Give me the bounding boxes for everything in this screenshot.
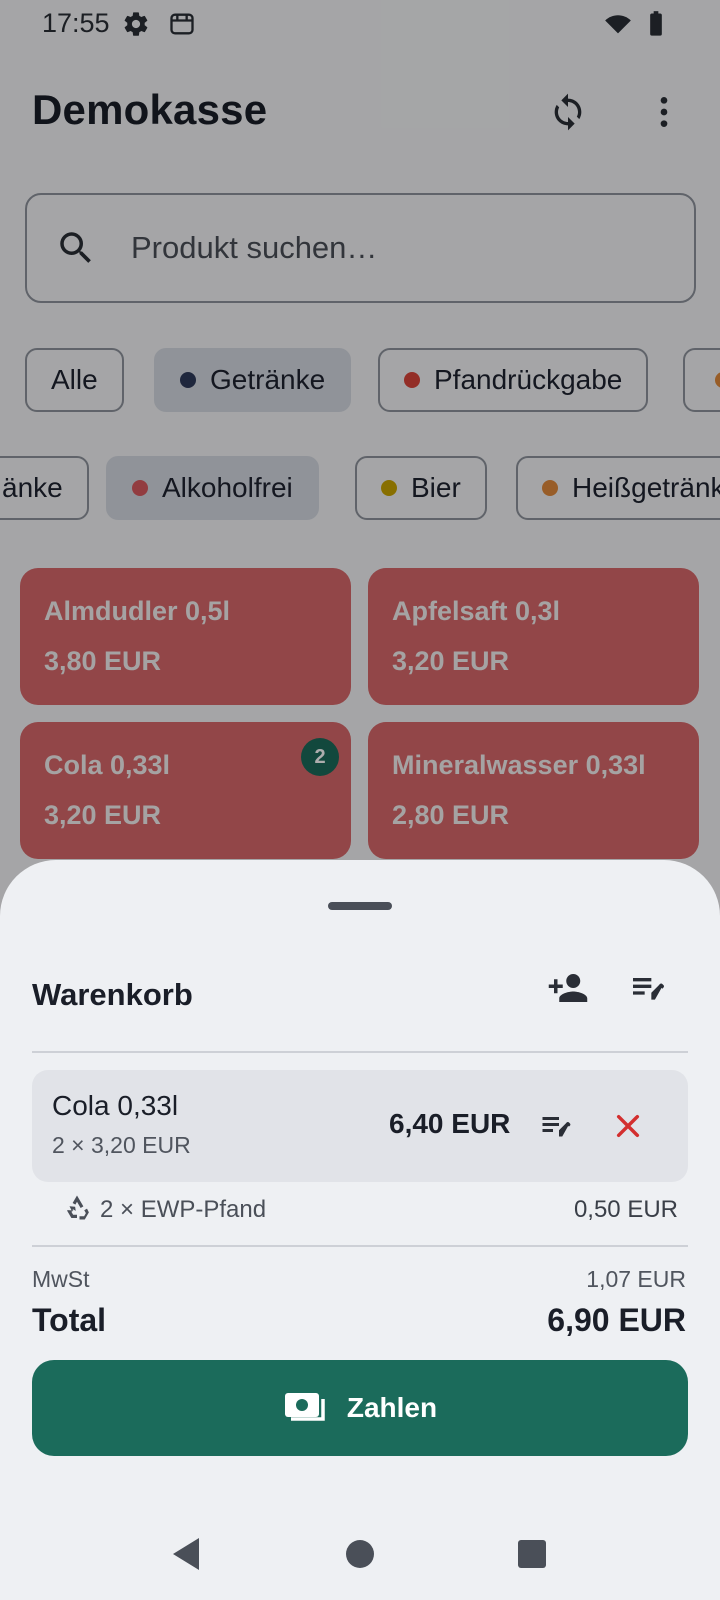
tax-label: MwSt (32, 1266, 90, 1292)
deposit-amount: 0,50 EUR (573, 1196, 678, 1223)
close-icon (616, 1114, 640, 1138)
drag-handle[interactable] (328, 902, 392, 910)
home-icon (346, 1540, 374, 1568)
divider (32, 1245, 688, 1247)
deposit-label: 2 × EWP-Pfand (100, 1196, 267, 1223)
cart-sheet: Warenkorb Cola 0,33l 2 × 3,20 EUR 6,40 E… (0, 860, 720, 1600)
edit-note-icon (542, 1117, 571, 1137)
divider (32, 1051, 688, 1053)
cart-item-quantity: 2 × 3,20 EUR (52, 1132, 191, 1158)
back-icon (173, 1538, 199, 1570)
add-customer-button[interactable] (536, 956, 600, 1020)
cart-note-button[interactable] (616, 956, 680, 1020)
pos-screen: 17:55 Demokasse Alle Getränke Pfandrückg… (0, 0, 720, 1600)
pay-button[interactable]: Zahlen (32, 1360, 688, 1456)
nav-home-button[interactable] (336, 1530, 384, 1578)
recents-icon (518, 1540, 546, 1568)
cart-title: Warenkorb (32, 977, 193, 1012)
nav-recents-button[interactable] (508, 1530, 556, 1578)
total-amount: 6,90 EUR (547, 1302, 686, 1338)
item-note-button[interactable] (528, 1098, 584, 1154)
payments-icon (284, 1393, 325, 1421)
pay-label: Zahlen (346, 1392, 438, 1423)
cart-item[interactable]: Cola 0,33l 2 × 3,20 EUR 6,40 EUR (32, 1070, 688, 1182)
remove-item-button[interactable] (600, 1098, 656, 1154)
cart-item-name: Cola 0,33l (52, 1090, 179, 1121)
recycle-icon (67, 1195, 89, 1220)
cart-item-total: 6,40 EUR (389, 1108, 511, 1139)
total-label: Total (32, 1302, 107, 1338)
edit-note-icon (633, 978, 664, 1000)
nav-back-button[interactable] (162, 1530, 210, 1578)
system-nav-bar (0, 1510, 720, 1600)
tax-amount: 1,07 EUR (586, 1266, 686, 1292)
person-add-icon (548, 974, 588, 1002)
